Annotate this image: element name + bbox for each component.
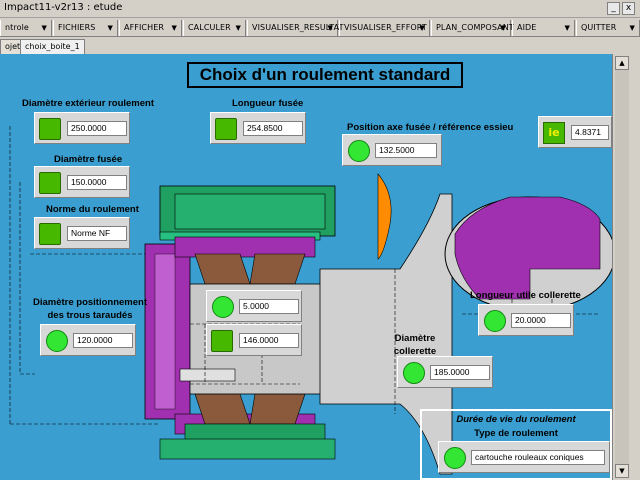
- bearing-roller-bottom-right: [249, 393, 306, 425]
- spindle-diameter-field: 150.0000: [34, 166, 130, 198]
- chevron-down-icon: ▼: [235, 24, 241, 32]
- menu-aide[interactable]: AIDE ▼: [512, 20, 575, 36]
- center-a-input[interactable]: 5.0000: [239, 299, 299, 314]
- threaded-holes-label: Diamètre positionnement des trous taraud…: [32, 297, 148, 321]
- status-circle-icon[interactable]: [212, 296, 234, 318]
- tab-choix-boite[interactable]: choix_boite_1: [20, 39, 85, 54]
- status-circle-icon[interactable]: [46, 330, 68, 352]
- chevron-down-icon: ▼: [171, 24, 177, 32]
- spindle-length-field: 254.8500: [210, 112, 306, 144]
- close-button[interactable]: x: [622, 2, 635, 15]
- axis-position-input[interactable]: 132.5000: [375, 143, 437, 158]
- menu-fichiers[interactable]: FICHIERS ▼: [53, 20, 118, 36]
- chevron-down-icon: ▼: [419, 24, 425, 32]
- lock-icon[interactable]: [39, 172, 61, 194]
- menu-afficher-label: AFFICHER: [124, 23, 165, 32]
- chevron-down-icon: ▼: [41, 24, 47, 32]
- collar-diameter-input[interactable]: 185.0000: [430, 365, 490, 380]
- chevron-down-icon: ▼: [629, 24, 635, 32]
- chevron-down-icon: ▼: [564, 24, 570, 32]
- menu-controle[interactable]: ntrole ▼: [0, 20, 52, 36]
- threaded-holes-input[interactable]: 120.0000: [73, 333, 133, 348]
- axis-position-label: Position axe fusée / référence essieu: [347, 122, 514, 133]
- menu-quitter[interactable]: QUITTER ▼: [576, 20, 640, 36]
- tab-bar: ojets choix_boite_1: [0, 38, 640, 54]
- menu-calculer-label: CALCULER: [188, 23, 231, 32]
- spindle-length-label: Longueur fusée: [232, 98, 304, 109]
- status-circle-icon[interactable]: [484, 310, 506, 332]
- scroll-up-button[interactable]: ▲: [615, 56, 629, 70]
- menu-quitter-label: QUITTER: [581, 23, 617, 32]
- collar-diameter-field: 185.0000: [397, 356, 493, 388]
- menu-visualiser-effort[interactable]: VISUALISER_EFFORT ▼: [339, 20, 430, 36]
- result-value-field: ie 4.8371: [538, 116, 612, 148]
- lifetime-panel: Durée de vie du roulement Type de roulem…: [420, 409, 612, 480]
- housing-bottom-flange: [159, 438, 336, 460]
- menu-calculer[interactable]: CALCULER ▼: [183, 20, 246, 36]
- lock-icon[interactable]: [39, 223, 61, 245]
- scroll-track[interactable]: [615, 70, 629, 465]
- outer-diameter-input[interactable]: 250.0000: [67, 121, 127, 136]
- spindle-diameter-label: Diamètre fusée: [54, 154, 123, 165]
- scroll-down-button[interactable]: ▼: [615, 464, 629, 478]
- drawing-canvas: Choix d'un roulement standard Diamètre e…: [0, 54, 612, 480]
- center-a-field: 5.0000: [206, 290, 302, 322]
- bearing-type-input[interactable]: cartouche rouleaux coniques: [471, 450, 605, 465]
- vertical-scrollbar[interactable]: ▲ ▼: [612, 54, 640, 480]
- bearing-roller-top-right: [249, 253, 306, 285]
- menu-controle-label: ntrole: [5, 23, 29, 32]
- window-title: Impact11-v2r13 : etude: [4, 2, 123, 13]
- page-title: Choix d'un roulement standard: [187, 62, 463, 88]
- bearing-standard-label: Norme du roulement: [46, 204, 139, 215]
- menu-visualiser-resultat[interactable]: VISUALISER_RESULTAT ▼: [247, 20, 343, 36]
- menu-visualiser-effort-label: VISUALISER_EFFORT: [344, 23, 427, 32]
- menu-aide-label: AIDE: [517, 23, 537, 32]
- minimize-button[interactable]: _: [607, 2, 620, 15]
- menu-fichiers-label: FICHIERS: [58, 23, 96, 32]
- status-circle-icon[interactable]: [348, 140, 370, 162]
- threaded-holes-field: 120.0000: [40, 324, 136, 356]
- menu-afficher[interactable]: AFFICHER ▼: [119, 20, 182, 36]
- orange-seal: [377, 173, 392, 260]
- bearing-roller-top-left: [194, 253, 251, 285]
- bearing-type-field: cartouche rouleaux coniques: [438, 441, 610, 473]
- collar-diameter-label: Diamètre collerette: [393, 333, 437, 357]
- center-b-field: 146.0000: [206, 324, 302, 356]
- collar-length-input[interactable]: 20.0000: [511, 313, 571, 328]
- bearing-standard-input[interactable]: Norme NF: [67, 226, 127, 241]
- status-circle-icon[interactable]: [444, 447, 466, 469]
- bearing-type-label: Type de roulement: [474, 428, 558, 439]
- result-value-output: 4.8371: [571, 125, 609, 140]
- housing-top-inner: [174, 193, 326, 230]
- spindle-length-input[interactable]: 254.8500: [243, 121, 303, 136]
- lifetime-panel-title: Durée de vie du roulement: [456, 414, 576, 425]
- collar-length-field: 20.0000: [478, 304, 574, 336]
- spindle-diameter-input[interactable]: 150.0000: [67, 175, 127, 190]
- chevron-down-icon: ▼: [107, 24, 113, 32]
- menu-plan-composant[interactable]: PLAN_COMPOSANT ▼: [431, 20, 514, 36]
- collar-length-label: Longueur utile collerette: [470, 290, 581, 301]
- bearing-roller-bottom-left: [194, 393, 251, 425]
- bearing-standard-field: Norme NF: [34, 217, 130, 249]
- chevron-down-icon: ▼: [327, 24, 333, 32]
- lock-icon[interactable]: [39, 118, 61, 140]
- outer-diameter-label: Diamètre extérieur roulement: [22, 98, 154, 109]
- lock-icon[interactable]: [211, 330, 233, 352]
- hub-left-inner: [154, 253, 176, 410]
- ie-icon[interactable]: ie: [543, 122, 565, 144]
- menu-bar: ntrole ▼ FICHIERS ▼ AFFICHER ▼ CALCULER ▼ VI…: [0, 19, 640, 37]
- bolt: [179, 368, 236, 382]
- outer-diameter-field: 250.0000: [34, 112, 130, 144]
- center-b-input[interactable]: 146.0000: [239, 333, 299, 348]
- chevron-down-icon: ▼: [500, 24, 506, 32]
- status-circle-icon[interactable]: [403, 362, 425, 384]
- axis-position-field: 132.5000: [342, 134, 442, 166]
- lock-icon[interactable]: [215, 118, 237, 140]
- window-titlebar: Impact11-v2r13 : etude _ x: [0, 0, 640, 18]
